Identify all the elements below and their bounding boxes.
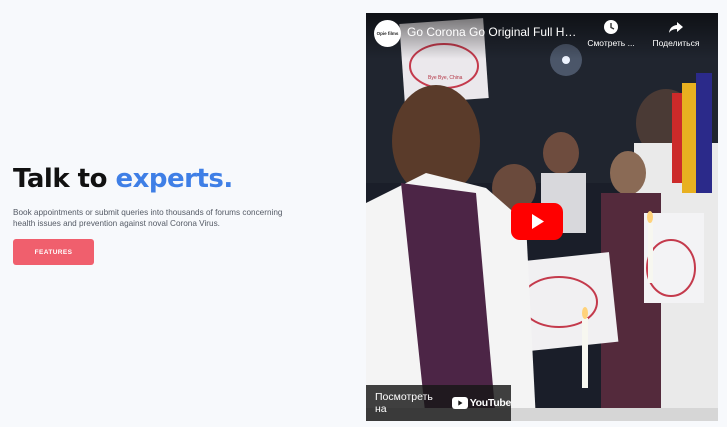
watch-on-youtube-button[interactable]: Посмотреть на YouTube — [366, 385, 511, 421]
hero-title-plain: Talk to — [13, 164, 116, 194]
hero-description: Book appointments or submit queries into… — [13, 208, 283, 228]
watch-later-button[interactable]: Смотреть ... — [584, 19, 638, 48]
features-button[interactable]: FEATURES — [13, 239, 94, 265]
hero-title-accent: experts. — [115, 164, 234, 194]
hero-title: Talk to experts. — [13, 163, 343, 195]
channel-avatar[interactable]: Opie films — [374, 20, 401, 47]
video-title[interactable]: Go Corona Go Original Full HD... — [407, 25, 577, 39]
share-label: Поделиться — [652, 38, 700, 48]
watch-on-label: Посмотреть на — [375, 391, 433, 415]
youtube-wordmark: YouTube — [469, 397, 512, 409]
video-embed[interactable]: Bye Bye, China Opie films Go Corona Go O… — [366, 13, 718, 421]
hero-section: Talk to experts. Book appointments or su… — [13, 163, 343, 265]
share-button[interactable]: Поделиться — [646, 19, 706, 48]
youtube-play-icon — [451, 397, 468, 409]
watch-later-label: Смотреть ... — [587, 38, 635, 48]
clock-icon — [604, 20, 618, 34]
share-arrow-icon — [669, 22, 683, 33]
youtube-logo: YouTube — [451, 397, 512, 409]
sign-text: Bye Bye, China — [428, 75, 463, 81]
play-button[interactable] — [511, 203, 563, 240]
